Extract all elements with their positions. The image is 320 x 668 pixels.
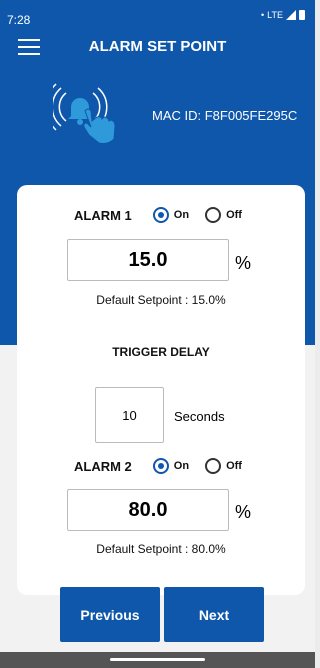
alarm2-on-radio[interactable] — [152, 458, 169, 474]
alarm2-off-label: Off — [226, 460, 242, 472]
app-screen: 7:28 • LTE ALARM SET POINT MAC ID: F8F00… — [0, 0, 315, 668]
status-time: 7:28 — [7, 13, 31, 27]
previous-button[interactable]: Previous — [60, 587, 160, 642]
alarm1-off-label: Off — [226, 209, 242, 221]
alarm2-label: ALARM 2 — [74, 458, 132, 474]
alarm2-unit: % — [235, 502, 252, 522]
signal-icon — [286, 10, 296, 20]
alarm2-value-input[interactable]: 80.0 — [67, 489, 229, 531]
alarm1-off-radio[interactable] — [205, 207, 222, 223]
dot-icon: • — [261, 10, 265, 20]
alarm1-default-text: Default Setpoint : 15.0% — [96, 293, 226, 307]
next-button[interactable]: Next — [164, 587, 264, 642]
alarm1-unit: % — [235, 253, 252, 273]
home-gesture-pill[interactable] — [110, 658, 205, 661]
status-icons: • LTE — [261, 10, 305, 20]
network-label: LTE — [267, 10, 283, 20]
alarm2-off-radio[interactable] — [205, 458, 222, 474]
setpoint-card: ALARM 1 On Off 15.0 % Default Setpoint :… — [17, 185, 305, 595]
alarm1-value-input[interactable]: 15.0 — [67, 239, 229, 281]
alarm1-on-label: On — [173, 209, 190, 221]
alarm-touch-icon — [53, 83, 116, 144]
alarm1-on-radio[interactable] — [152, 207, 169, 223]
alarm2-on-label: On — [173, 460, 190, 472]
alarm2-default-text: Default Setpoint : 80.0% — [96, 542, 226, 556]
alarm1-row: ALARM 1 On Off — [74, 207, 242, 223]
trigger-delay-label: TRIGGER DELAY — [112, 345, 210, 359]
mac-id-label: MAC ID: F8F005FE295C — [152, 108, 298, 123]
alarm1-label: ALARM 1 — [74, 207, 132, 223]
trigger-delay-input[interactable]: 10 — [95, 387, 164, 443]
page-title: ALARM SET POINT — [88, 38, 227, 55]
system-nav-bar — [0, 652, 315, 668]
trigger-delay-unit: Seconds — [174, 409, 225, 424]
battery-icon — [299, 10, 305, 20]
alarm2-row: ALARM 2 On Off — [74, 458, 242, 474]
